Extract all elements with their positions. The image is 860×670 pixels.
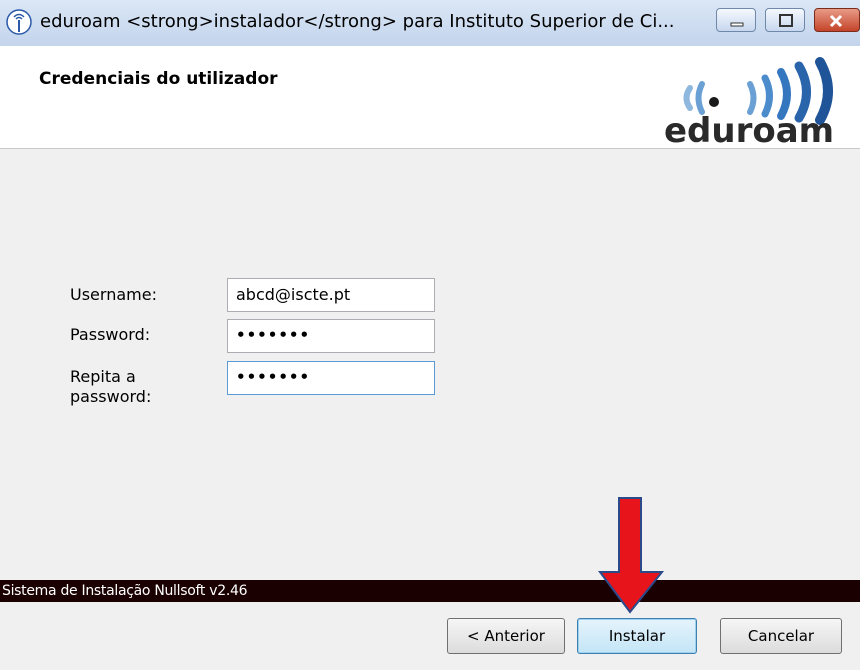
wifi-antenna-icon: [6, 9, 32, 35]
minimize-icon: [730, 22, 744, 27]
minimize-button[interactable]: [716, 8, 756, 32]
window-title: eduroam <strong>instalador</strong> para…: [40, 11, 675, 32]
password-label: Password:: [70, 325, 151, 344]
repeat-password-field[interactable]: •••••••: [227, 361, 435, 395]
maximize-icon: [779, 14, 793, 27]
installer-window: eduroam <strong>instalador</strong> para…: [0, 0, 860, 670]
close-button[interactable]: [814, 8, 860, 32]
page-header: Credenciais do utilizador eduroam: [0, 46, 860, 149]
annotation-arrow-icon: [598, 497, 665, 614]
cancel-button[interactable]: Cancelar: [720, 618, 842, 654]
page-title: Credenciais do utilizador: [39, 69, 278, 89]
logo-text: eduroam: [664, 111, 834, 146]
username-field[interactable]: abcd@iscte.pt: [227, 278, 435, 312]
repeat-password-label: Repita a password:: [70, 367, 151, 407]
maximize-button[interactable]: [765, 8, 805, 32]
install-button[interactable]: Instalar: [577, 618, 697, 654]
title-bar[interactable]: eduroam <strong>instalador</strong> para…: [0, 0, 860, 47]
password-field[interactable]: •••••••: [227, 319, 435, 353]
repeat-password-label-line1: Repita a: [70, 367, 136, 386]
username-label: Username:: [70, 285, 157, 304]
repeat-password-label-line2: password:: [70, 387, 152, 406]
back-button[interactable]: < Anterior: [447, 618, 565, 654]
installer-branding-text: Sistema de Instalação Nullsoft v2.46: [2, 583, 248, 599]
eduroam-logo-icon: eduroam: [664, 57, 834, 146]
branding-bar: Sistema de Instalação Nullsoft v2.46: [0, 580, 860, 602]
close-icon: [829, 14, 843, 28]
